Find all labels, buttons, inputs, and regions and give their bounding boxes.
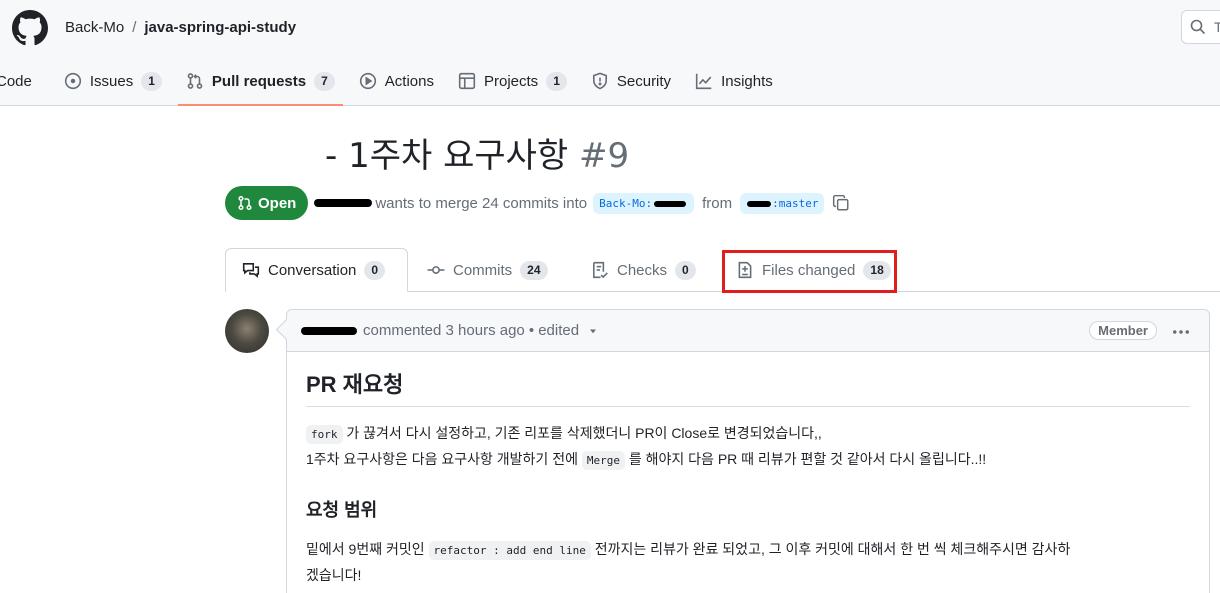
pr-tabs: Conversation 0 Commits 24 Checks 0 Files…	[225, 248, 1220, 292]
base-branch[interactable]: Back-Mo:	[593, 192, 695, 214]
nav-actions-label: Actions	[384, 72, 434, 90]
tab-files-changed-label: Files changed	[762, 261, 856, 279]
checklist-icon	[593, 261, 608, 279]
comment-discussion-icon	[242, 263, 260, 278]
comment-paragraph-1: fork 가 끊겨서 다시 설정하고, 기존 리포를 삭제했더니 PR이 Clo…	[306, 421, 1190, 447]
paragraph-3-text-a: 밑에서 9번째 커밋인	[306, 541, 425, 557]
pull-request-icon	[238, 195, 252, 211]
paragraph-3-text-b: 전까지는 리뷰가 완료 되었고, 그 이후 커밋에 대해서 한 번 씩 체크해주…	[594, 541, 1071, 557]
search-input[interactable]: T	[1181, 10, 1220, 44]
status-badge: Open	[225, 186, 309, 220]
files-changed-count: 18	[863, 260, 891, 280]
redacted-commenter	[301, 326, 357, 335]
nav-insights-label: Insights	[721, 72, 773, 90]
paragraph-1-text: 가 끊겨서 다시 설정하고, 기존 리포를 삭제했더니 PR이 Close로 변…	[346, 425, 822, 441]
repo-nav: Code Issues 1 Pull requests 7 Actions Pr…	[0, 62, 789, 106]
status-badge-label: Open	[258, 194, 297, 212]
breadcrumb-separator: /	[132, 19, 137, 36]
paragraph-2-text-b: 를 해야지 다음 PR 때 리뷰가 편할 것 같아서 다시 올립니다..!!	[628, 451, 987, 467]
comment-box: commented 3 hours ago • edited Member PR…	[286, 309, 1210, 593]
comment-subheading: 요청 범위	[306, 500, 378, 520]
comment-paragraph-3: 밑에서 9번째 커밋인 refactor : add end line 전까지는…	[306, 537, 1190, 587]
conversation-count: 0	[364, 260, 386, 280]
file-diff-icon	[738, 261, 752, 279]
nav-pull-requests[interactable]: Pull requests 7	[177, 62, 343, 106]
comment-heading: PR 재요청	[306, 370, 1190, 407]
kebab-horizontal-icon[interactable]	[1171, 322, 1191, 342]
copy-icon[interactable]	[832, 194, 850, 212]
inline-code-refactor: refactor : add end line	[428, 541, 591, 560]
redacted-author	[314, 199, 373, 207]
github-logo-icon[interactable]	[12, 10, 48, 46]
pull-requests-count: 7	[314, 71, 335, 91]
base-branch-label: Back-Mo:	[599, 196, 653, 210]
nav-security[interactable]: Security	[583, 62, 679, 100]
issue-icon	[64, 72, 81, 90]
comment-body: PR 재요청 fork 가 끊겨서 다시 설정하고, 기존 리포를 삭제했더니 …	[287, 352, 1209, 593]
breadcrumb: Back-Mo / java-spring-api-study	[65, 18, 296, 38]
paragraph-3-text-c: 겠습니다!	[306, 567, 362, 583]
table-icon	[458, 72, 476, 90]
nav-security-label: Security	[616, 72, 672, 90]
avatar[interactable]	[225, 309, 269, 353]
play-icon	[359, 72, 376, 90]
tab-commits-label: Commits	[453, 261, 513, 279]
nav-code[interactable]: Code	[0, 62, 40, 100]
nav-issues[interactable]: Issues 1	[56, 62, 170, 100]
member-badge: Member	[1089, 321, 1157, 340]
edited-dropdown[interactable]: edited	[538, 322, 599, 339]
pull-request-icon	[187, 73, 203, 89]
tab-checks[interactable]: Checks 0	[575, 248, 712, 292]
commit-icon	[427, 266, 445, 274]
pr-number: #9	[579, 136, 630, 176]
tab-commits[interactable]: Commits 24	[411, 248, 564, 292]
nav-actions[interactable]: Actions	[351, 62, 442, 100]
merge-text: wants to merge 24 commits into	[375, 194, 588, 212]
nav-insights[interactable]: Insights	[687, 62, 781, 100]
head-branch-label: :master	[772, 196, 819, 210]
issues-count: 1	[141, 71, 162, 91]
comment-header: commented 3 hours ago • edited Member	[287, 310, 1209, 352]
paragraph-2-text-a: 1주차 요구사항은 다음 요구사항 개발하기 전에	[306, 451, 578, 467]
commits-count: 24	[520, 260, 548, 280]
projects-count: 1	[546, 71, 567, 91]
tab-checks-label: Checks	[617, 261, 668, 279]
search-icon	[1190, 19, 1206, 35]
page-title: - 1주차 요구사항 #9	[325, 134, 629, 178]
repo-header: Back-Mo / java-spring-api-study T Code I…	[0, 0, 1220, 106]
tab-files-changed[interactable]: Files changed 18	[720, 248, 907, 292]
tab-conversation-label: Conversation	[268, 261, 357, 279]
tab-conversation[interactable]: Conversation 0	[225, 248, 408, 292]
comment-meta: commented 3 hours ago •	[363, 322, 535, 339]
edited-label: edited	[538, 322, 580, 339]
caret-down-icon	[590, 329, 597, 334]
shield-icon	[592, 72, 607, 90]
redacted-head-owner	[747, 200, 772, 207]
nav-code-label: Code	[0, 72, 32, 90]
checks-count: 0	[675, 260, 696, 280]
nav-projects[interactable]: Projects 1	[450, 62, 575, 100]
redacted-branch	[654, 200, 687, 207]
inline-code-fork: fork	[306, 425, 343, 444]
comment-paragraph-2: 1주차 요구사항은 다음 요구사항 개발하기 전에 Merge 를 해야지 다음…	[306, 447, 1190, 473]
search-placeholder: T	[1214, 19, 1220, 35]
nav-issues-label: Issues	[89, 72, 134, 90]
repo-owner-link[interactable]: Back-Mo	[65, 18, 124, 38]
repo-name-link[interactable]: java-spring-api-study	[144, 18, 296, 38]
graph-icon	[695, 73, 712, 90]
from-text: from	[702, 194, 733, 212]
nav-projects-label: Projects	[484, 72, 539, 90]
inline-code-merge: Merge	[581, 451, 625, 470]
head-branch[interactable]: :master	[740, 192, 825, 214]
nav-pull-requests-label: Pull requests	[211, 72, 307, 90]
pr-title-text: - 1주차 요구사항	[325, 136, 569, 176]
pr-state-row: Open wants to merge 24 commits into Back…	[225, 186, 850, 220]
